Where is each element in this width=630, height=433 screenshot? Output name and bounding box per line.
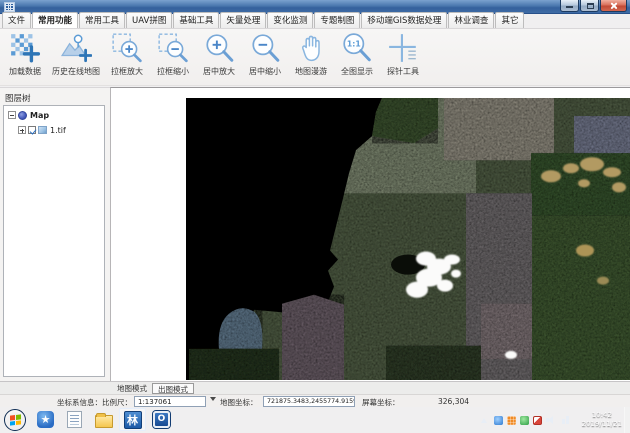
tree-node-map[interactable]: Map <box>4 109 104 121</box>
layer-tree: Map 1.tif <box>3 105 105 377</box>
volume-icon[interactable] <box>546 415 557 425</box>
layer-panel-title: 图层树 <box>0 88 110 104</box>
satellite-imagery[interactable] <box>186 98 630 380</box>
tab-file[interactable]: 文件 <box>2 12 31 28</box>
map-pan-button[interactable]: 地图漫游 <box>288 31 334 85</box>
toolbar-button-label: 居中缩小 <box>249 66 281 77</box>
tab-forestry-survey[interactable]: 林业调查 <box>448 12 494 28</box>
clock-date: 2019/11/21 <box>582 420 622 429</box>
tab-mobile-gis-data[interactable]: 移动端GIS数据处理 <box>361 12 447 28</box>
network-icon[interactable] <box>561 415 572 425</box>
toolbar-button-label: 拉框缩小 <box>157 66 189 77</box>
o-app-icon: O <box>153 411 170 428</box>
tab-vector-processing[interactable]: 矢量处理 <box>220 12 266 28</box>
collapse-icon[interactable] <box>8 111 16 119</box>
forestry-gis-icon: 林 <box>124 411 142 429</box>
layer-visibility-checkbox[interactable] <box>28 126 36 134</box>
tray-green-app-icon[interactable] <box>520 416 529 425</box>
center-zoom-out-button[interactable]: 居中缩小 <box>242 31 288 85</box>
toolbar-button-label: 历史在线地图 <box>52 66 100 77</box>
svg-text:1:1: 1:1 <box>347 40 361 49</box>
box-zoom-out-button[interactable]: 拉框缩小 <box>150 31 196 85</box>
minimize-icon <box>566 6 573 8</box>
application-window: 文件 常用功能 常用工具 UAV拼图 基础工具 矢量处理 变化监测 专题制图 移… <box>0 0 630 433</box>
tree-node-layer[interactable]: 1.tif <box>4 124 104 136</box>
system-tray <box>481 407 574 433</box>
map-mode-tabstrip: 地图模式 出图模式 <box>0 381 630 394</box>
chevron-down-icon[interactable] <box>210 397 216 401</box>
taskbar-folder-app[interactable] <box>90 408 117 431</box>
tab-map-mode[interactable]: 地图模式 <box>112 383 152 394</box>
main-content: 图层树 Map 1.tif <box>0 87 630 381</box>
maximize-button[interactable] <box>580 0 599 12</box>
map-canvas[interactable] <box>186 98 630 380</box>
tree-node-label: Map <box>30 111 49 120</box>
tab-other[interactable]: 其它 <box>495 12 524 28</box>
tab-layout-mode[interactable]: 出图模式 <box>152 383 194 394</box>
minimize-button[interactable] <box>560 0 579 12</box>
load-data-button[interactable]: 加载数据 <box>2 31 48 85</box>
raster-layer-icon <box>38 126 47 134</box>
tray-red-app-icon[interactable] <box>533 416 542 425</box>
screen-coord-value: 326,304 <box>438 397 469 406</box>
folder-icon <box>95 415 113 428</box>
toolbar-button-label: 探针工具 <box>387 66 419 77</box>
tree-node-label: 1.tif <box>50 126 66 135</box>
toolbar-button-label: 地图漫游 <box>295 66 327 77</box>
toolbar-button-label: 全图显示 <box>341 66 373 77</box>
map-toolbar: 加载数据 历史在线地图 拉框放大 <box>0 29 630 86</box>
expand-icon[interactable] <box>18 126 26 134</box>
app-logo-icon <box>4 2 15 12</box>
windows-taskbar: ★ 林 O 10:42 2019/11/21 <box>0 407 630 433</box>
taskbar-gis-app-active[interactable]: 林 <box>119 408 146 431</box>
center-zoom-in-button[interactable]: 居中放大 <box>196 31 242 85</box>
map-globe-icon <box>18 111 27 120</box>
map-coord-value: 721875.3483,2455774.9159 <box>263 396 355 407</box>
history-online-map-button[interactable]: 历史在线地图 <box>48 31 104 85</box>
notepad-icon <box>67 411 82 428</box>
show-desktop-button[interactable] <box>624 407 630 433</box>
toolbar-button-label: 加载数据 <box>9 66 41 77</box>
windows-flag-icon <box>10 414 21 425</box>
ribbon-tab-bar: 文件 常用功能 常用工具 UAV拼图 基础工具 矢量处理 变化监测 专题制图 移… <box>0 14 630 29</box>
taskbar-o-app[interactable]: O <box>148 408 175 431</box>
tab-uav-mosaic[interactable]: UAV拼图 <box>126 12 172 28</box>
tab-thematic-mapping[interactable]: 专题制图 <box>314 12 360 28</box>
start-button[interactable] <box>4 409 26 431</box>
scale-combobox[interactable]: 1:137061 <box>134 396 206 407</box>
taskbar-clock[interactable]: 10:42 2019/11/21 <box>582 411 622 429</box>
history-online-map-icon <box>60 32 92 64</box>
status-bar: 坐标系信息： 比例尺： 1:137061 地图坐标： 721875.3483,2… <box>0 394 630 407</box>
show-hidden-icons-button[interactable] <box>481 418 487 423</box>
taskbar-notepad-app[interactable] <box>61 408 88 431</box>
full-extent-button[interactable]: 1:1 全图显示 <box>334 31 380 85</box>
tray-orange-app-icon[interactable] <box>507 416 516 425</box>
box-zoom-in-icon <box>111 32 143 64</box>
full-extent-icon: 1:1 <box>341 32 373 64</box>
probe-tool-button[interactable]: 探针工具 <box>380 31 426 85</box>
maximize-icon <box>587 3 594 9</box>
close-button[interactable] <box>600 0 627 12</box>
box-zoom-in-button[interactable]: 拉框放大 <box>104 31 150 85</box>
tab-basic-tools[interactable]: 基础工具 <box>173 12 219 28</box>
star-app-icon: ★ <box>37 411 54 428</box>
toolbar-button-label: 拉框放大 <box>111 66 143 77</box>
clock-time: 10:42 <box>582 411 622 420</box>
layer-tree-panel: 图层树 Map 1.tif <box>0 87 110 381</box>
tab-common-tools[interactable]: 常用工具 <box>79 12 125 28</box>
box-zoom-out-icon <box>157 32 189 64</box>
toolbar-button-label: 居中放大 <box>203 66 235 77</box>
tab-change-monitoring[interactable]: 变化监测 <box>267 12 313 28</box>
probe-tool-icon <box>387 32 419 64</box>
tray-blue-app-icon[interactable] <box>494 416 503 425</box>
map-viewport[interactable] <box>110 87 630 381</box>
load-data-icon <box>9 32 41 64</box>
taskbar-star-app[interactable]: ★ <box>32 408 59 431</box>
center-zoom-out-icon <box>249 32 281 64</box>
pan-hand-icon <box>295 32 327 64</box>
center-zoom-in-icon <box>203 32 235 64</box>
tab-common-functions[interactable]: 常用功能 <box>32 12 78 28</box>
